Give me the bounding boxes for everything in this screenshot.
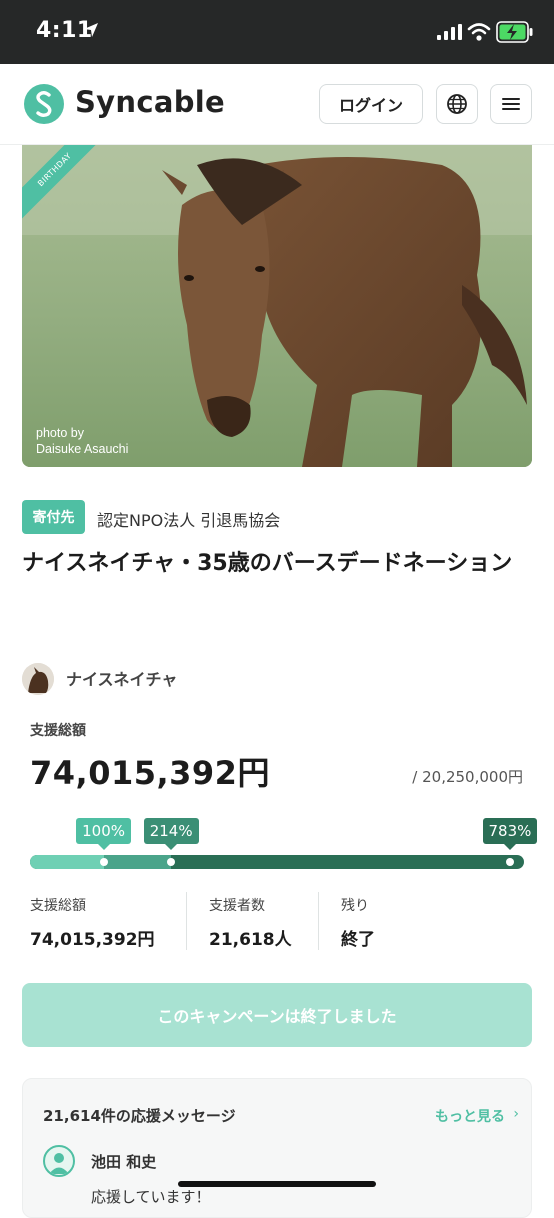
goal-amount: / 20,250,000円 (412, 768, 523, 786)
site-header: Syncable ログイン (0, 64, 554, 145)
stat-divider (186, 892, 187, 950)
stat-total-value: 74,015,392円 (30, 930, 155, 950)
milestone-dot (506, 858, 514, 866)
owner-avatar[interactable] (22, 663, 54, 695)
stat-divider (318, 892, 319, 950)
milestone-label: 783% (482, 818, 538, 850)
globe-icon (447, 94, 467, 114)
photo-credit: photo by Daisuke Asauchi (36, 425, 128, 457)
recipient-org-link[interactable]: 認定NPO法人 引退馬協会 (97, 507, 280, 531)
message-author: 池田 和史 (91, 1153, 157, 1171)
stat-remaining-value: 終了 (341, 930, 375, 950)
login-button[interactable]: ログイン (319, 84, 423, 124)
progress-segment-100 (30, 855, 104, 869)
milestone-dot (99, 858, 108, 866)
owner-name[interactable]: ナイスネイチャ (66, 666, 177, 690)
home-indicator (178, 1181, 376, 1187)
milestone-dot (167, 858, 176, 866)
location-arrow-icon (84, 23, 98, 37)
stat-remaining-label: 残り (341, 898, 369, 914)
wifi-icon (467, 23, 491, 41)
milestone-label: 214% (143, 818, 199, 850)
photo-credit-line1: photo by (36, 426, 84, 440)
progress-segment-214 (103, 855, 172, 869)
campaign-ended-button[interactable]: このキャンペーンは終了しました (22, 983, 532, 1047)
hamburger-menu-icon (502, 98, 520, 110)
battery-charging-icon (496, 21, 533, 43)
stat-remaining: 残り 終了 (341, 895, 375, 950)
status-bar: 4:11 (0, 0, 554, 64)
total-label: 支援総額 (30, 723, 86, 739)
support-messages-panel: 21,614件の応援メッセージ もっと見る › 池田 和史 応援しています！ (22, 1078, 532, 1218)
cellular-signal-icon (437, 24, 462, 40)
campaign-hero-image: BIRTHDAY photo by Daisuke Asauchi (22, 145, 532, 467)
message-count: 21,614件の応援メッセージ (43, 1107, 236, 1125)
stat-supporters-label: 支援者数 (209, 898, 265, 914)
see-more-link[interactable]: もっと見る (435, 1106, 505, 1126)
chevron-right-icon[interactable]: › (513, 1106, 519, 1122)
user-avatar-icon (43, 1145, 75, 1177)
progress-bar (30, 855, 524, 869)
brand-name[interactable]: Syncable (75, 85, 225, 119)
stat-total-label: 支援総額 (30, 898, 86, 914)
message-text: 応援しています！ (91, 1188, 211, 1206)
stat-total: 支援総額 74,015,392円 (30, 895, 155, 950)
stat-supporters: 支援者数 21,618人 (209, 895, 292, 950)
recipient-tag: 寄付先 (22, 500, 85, 534)
horse-photo (22, 145, 532, 467)
total-amount: 74,015,392円 (30, 754, 270, 792)
milestone-label: 100% (76, 818, 132, 850)
menu-button[interactable] (490, 84, 532, 124)
language-button[interactable] (436, 84, 478, 124)
photo-credit-line2: Daisuke Asauchi (36, 442, 129, 456)
stat-supporters-value: 21,618人 (209, 930, 292, 950)
syncable-logo-icon[interactable] (24, 84, 64, 124)
campaign-title: ナイスネイチャ・35歳のバースデードネーション (22, 551, 513, 576)
